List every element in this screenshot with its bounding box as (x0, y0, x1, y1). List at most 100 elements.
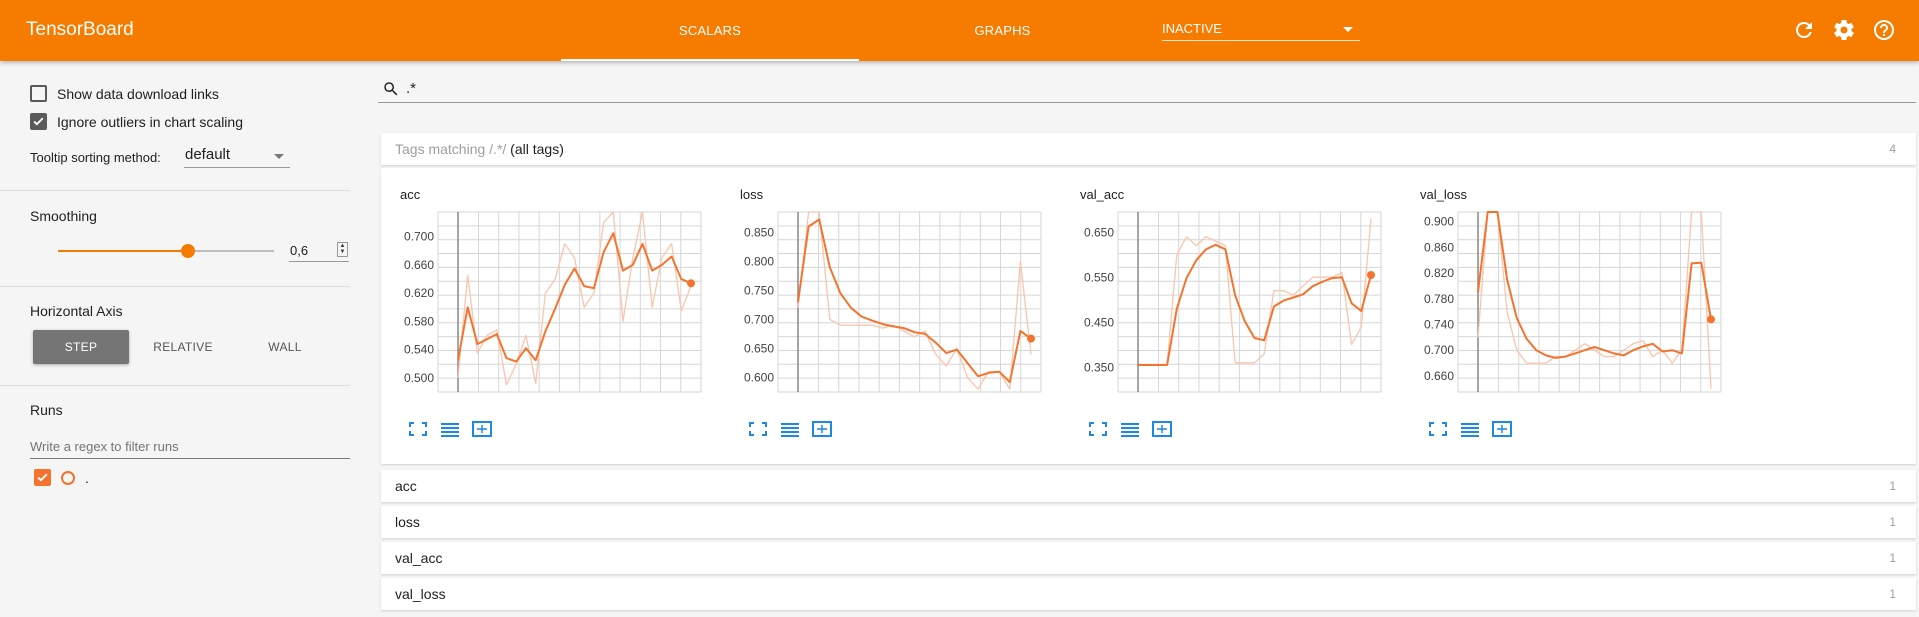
chart-title: acc (400, 187, 421, 202)
chart-toolbar (747, 420, 833, 438)
ignore-outliers-checkbox[interactable] (30, 113, 47, 130)
series-last-point (687, 279, 695, 288)
tags-matching-suffix: (all tags) (506, 141, 564, 157)
tab-graphs[interactable]: GRAPHS (940, 0, 1065, 61)
series-line-smoothed (457, 232, 692, 363)
tags-matching-header[interactable]: Tags matching /.*/ (all tags) 4 (381, 133, 1916, 165)
fullscreen-icon[interactable] (1427, 420, 1449, 438)
runs-heading: Runs (30, 402, 63, 418)
y-tick-label: 0.540 (404, 343, 434, 357)
smoothing-heading: Smoothing (30, 208, 97, 224)
y-tick-label: 0.620 (404, 286, 434, 300)
fit-domain-icon[interactable] (1491, 420, 1513, 438)
divider (0, 385, 350, 386)
tags-count: 4 (1889, 142, 1896, 156)
y-tick-label: 0.740 (1424, 318, 1454, 332)
fit-domain-icon[interactable] (471, 420, 493, 438)
divider (0, 286, 350, 287)
fit-domain-icon[interactable] (811, 420, 833, 438)
inactive-select-label: INACTIVE (1162, 21, 1222, 36)
chart-plot: 0.700 0.660 0.620 0.580 0.540 0.500 (404, 211, 702, 393)
toggle-log-scale-icon[interactable] (1459, 420, 1481, 438)
ignore-outliers-row[interactable]: Ignore outliers in chart scaling (30, 113, 243, 130)
toggle-log-scale-icon[interactable] (1119, 420, 1141, 438)
settings-icon[interactable] (1832, 18, 1856, 42)
category-val-loss[interactable]: val_loss 1 (381, 578, 1916, 610)
chevron-down-icon (274, 154, 284, 159)
series-line-raw (457, 211, 692, 386)
y-tick-label: 0.700 (744, 312, 774, 326)
horizontal-axis-heading: Horizontal Axis (30, 303, 123, 319)
tooltip-sorting-select[interactable]: default (184, 146, 290, 168)
chart-card-acc: acc 0.700 0.660 0.620 0.580 0.540 0.500 (381, 168, 721, 464)
search-icon (384, 82, 398, 96)
category-val-acc[interactable]: val_acc 1 (381, 542, 1916, 574)
chart-grid (1457, 211, 1722, 393)
smoothing-slider-knob[interactable] (180, 244, 195, 258)
inactive-plugins-select[interactable]: INACTIVE (1162, 18, 1360, 41)
smoothing-input[interactable]: 0,6 ▲ ▼ (289, 240, 349, 262)
y-tick-label: 0.860 (1424, 240, 1454, 254)
run-checkbox[interactable] (34, 469, 51, 486)
axis-wall-button[interactable]: WALL (237, 330, 333, 364)
series-last-point (1707, 315, 1715, 324)
show-download-links-row[interactable]: Show data download links (30, 85, 219, 102)
chart-toolbar (1087, 420, 1173, 438)
y-tick-label: 0.350 (1084, 360, 1114, 374)
chart-toolbar (1427, 420, 1513, 438)
chart-plot: 0.850 0.800 0.750 0.700 0.650 0.600 (744, 211, 1042, 393)
y-tick-label: 0.650 (744, 341, 774, 355)
toggle-log-scale-icon[interactable] (439, 420, 461, 438)
category-count: 1 (1889, 551, 1896, 565)
show-download-links-label: Show data download links (57, 85, 219, 102)
tab-graphs-label: GRAPHS (974, 23, 1031, 38)
tooltip-sorting-value: default (185, 146, 231, 163)
show-download-links-checkbox[interactable] (30, 85, 47, 102)
tooltip-sorting-label: Tooltip sorting method: (30, 150, 161, 165)
y-tick-label: 0.750 (744, 283, 774, 297)
chart-card-loss: loss 0.850 0.800 0.750 0.700 0.650 0.600 (721, 168, 1061, 464)
toggle-log-scale-icon[interactable] (779, 420, 801, 438)
series-last-point (1027, 334, 1035, 343)
top-bar: TensorBoard SCALARS GRAPHS INACTIVE (0, 0, 1919, 61)
y-tick-label: 0.660 (1424, 369, 1454, 383)
category-count: 1 (1889, 515, 1896, 529)
y-tick-label: 0.820 (1424, 266, 1454, 280)
app-title: TensorBoard (26, 19, 134, 40)
refresh-icon[interactable] (1792, 18, 1816, 42)
spinner-icon[interactable]: ▲ ▼ (337, 242, 348, 257)
runs-filter-input[interactable]: Write a regex to filter runs (30, 435, 350, 459)
y-tick-label: 0.580 (404, 314, 434, 328)
run-row[interactable]: . (34, 469, 89, 486)
category-acc[interactable]: acc 1 (381, 470, 1916, 502)
tab-scalars[interactable]: SCALARS (561, 0, 859, 61)
y-tick-label: 0.500 (404, 371, 434, 385)
category-loss[interactable]: loss 1 (381, 506, 1916, 538)
category-count: 1 (1889, 587, 1896, 601)
y-tick-label: 0.900 (1424, 215, 1454, 229)
fullscreen-icon[interactable] (1087, 420, 1109, 438)
help-icon[interactable] (1872, 18, 1896, 42)
y-tick-label: 0.800 (744, 254, 774, 268)
run-color-circle[interactable] (61, 470, 75, 485)
check-icon (37, 473, 48, 482)
axis-relative-button[interactable]: RELATIVE (135, 330, 231, 364)
category-name: acc (395, 478, 417, 494)
chart-card-val-loss: val_loss 0.900 0.860 0.820 0.780 0.740 0.700 0.… (1401, 168, 1741, 464)
y-tick-label: 0.450 (1084, 315, 1114, 329)
tag-search-bar[interactable]: .* (378, 76, 1916, 103)
chart-title: val_loss (1420, 187, 1467, 202)
fit-domain-icon[interactable] (1151, 420, 1173, 438)
divider (0, 190, 350, 191)
category-name: loss (395, 514, 420, 530)
y-tick-label: 0.600 (744, 370, 774, 384)
fullscreen-icon[interactable] (407, 420, 429, 438)
smoothing-slider[interactable] (58, 244, 274, 258)
category-name: val_loss (395, 586, 446, 602)
category-name: val_acc (395, 550, 443, 566)
axis-step-button[interactable]: STEP (33, 330, 129, 364)
smoothing-value: 0,6 (290, 243, 309, 258)
fullscreen-icon[interactable] (747, 420, 769, 438)
sidebar: Show data download links Ignore outliers… (0, 61, 350, 617)
y-tick-label: 0.700 (1424, 343, 1454, 357)
